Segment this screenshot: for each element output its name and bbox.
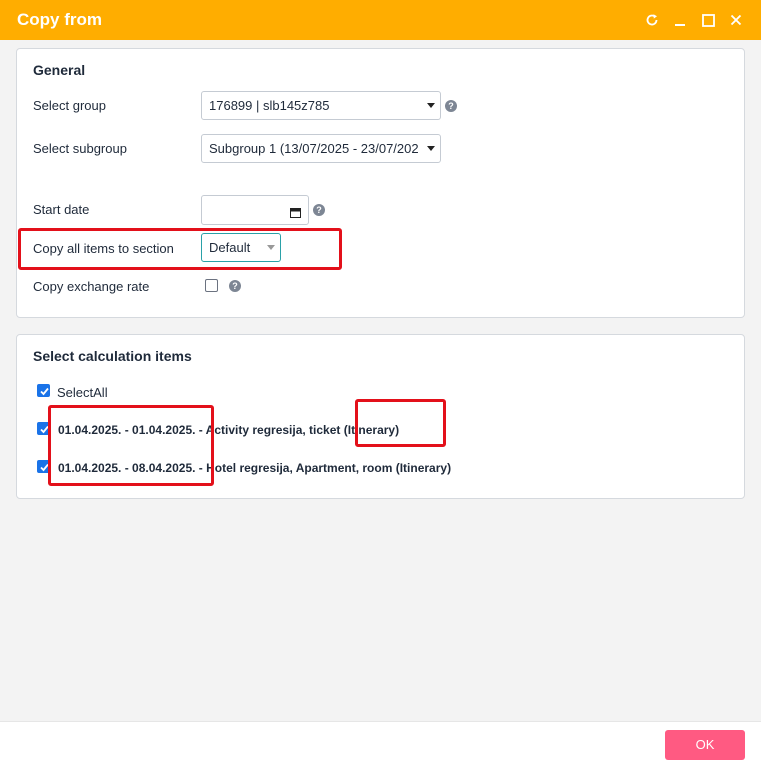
general-panel: General Select group 176899 | slb145z785… — [16, 48, 745, 318]
copy-exchange-label: Copy exchange rate — [33, 279, 150, 294]
calc-items-heading: Select calculation items — [33, 348, 192, 364]
window-titlebar: Copy from — [0, 0, 761, 40]
select-group-dropdown[interactable]: 176899 | slb145z785 — [201, 91, 441, 120]
help-icon[interactable]: ? — [445, 100, 457, 112]
calc-item-description: - Hotel regresija, Apartment, room (Itin… — [195, 461, 452, 475]
select-all-checkbox[interactable] — [37, 384, 50, 397]
select-all-label: SelectAll — [57, 385, 108, 400]
dialog-footer — [0, 721, 761, 768]
select-group-value: 176899 | slb145z785 — [209, 98, 330, 113]
select-group-label: Select group — [33, 98, 106, 113]
start-date-input[interactable] — [201, 195, 309, 225]
ok-button[interactable]: OK — [665, 730, 745, 760]
start-date-label: Start date — [33, 202, 90, 217]
select-subgroup-value: Subgroup 1 (13/07/2025 - 23/07/202 — [209, 141, 419, 156]
select-subgroup-label: Select subgroup — [33, 141, 127, 156]
maximize-icon[interactable] — [699, 11, 717, 29]
copy-exchange-checkbox[interactable] — [205, 279, 218, 292]
chevron-down-icon — [427, 146, 435, 151]
chevron-down-icon — [427, 103, 435, 108]
help-icon[interactable]: ? — [313, 204, 325, 216]
calc-item-description: - Activity regresija, ticket — [195, 423, 341, 437]
help-icon[interactable]: ? — [229, 280, 241, 292]
refresh-icon[interactable] — [643, 11, 661, 29]
minimize-icon[interactable] — [671, 11, 689, 29]
window-title: Copy from — [17, 10, 102, 29]
close-icon[interactable] — [727, 11, 745, 29]
highlight-box — [18, 228, 342, 270]
highlight-box — [48, 405, 214, 486]
highlight-box — [355, 399, 446, 447]
general-heading: General — [33, 62, 86, 78]
calendar-icon[interactable] — [290, 205, 301, 223]
select-subgroup-dropdown[interactable]: Subgroup 1 (13/07/2025 - 23/07/202 — [201, 134, 441, 163]
